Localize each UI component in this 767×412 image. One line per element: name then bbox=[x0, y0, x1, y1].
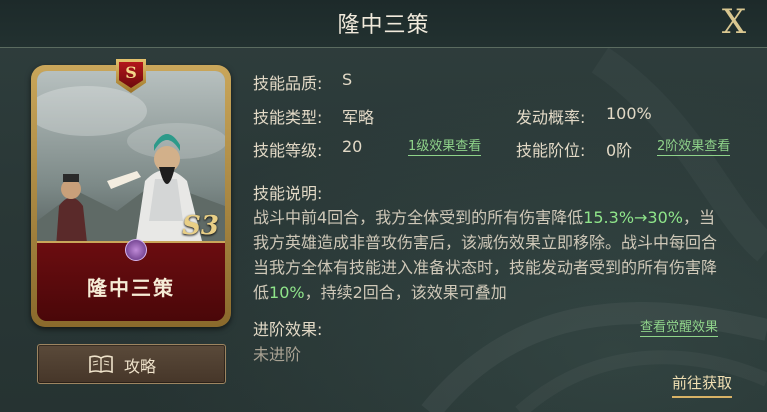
advance-label: 进阶效果: bbox=[253, 320, 323, 339]
window-title: 隆中三策 bbox=[337, 13, 430, 38]
description-label: 技能说明: bbox=[253, 184, 323, 203]
level-value: 20 bbox=[342, 137, 363, 156]
desc-p1-text-a: 战斗中前4回合，我方全体受到的所有伤害降低 bbox=[253, 208, 584, 227]
guide-button[interactable]: 攻略 bbox=[37, 344, 226, 384]
quality-label: 技能品质: bbox=[253, 74, 323, 93]
awaken-effect-button[interactable]: 查看觉醒效果 bbox=[640, 316, 719, 337]
rank-badge-letter: S bbox=[119, 62, 143, 88]
card-name: 隆中三策 bbox=[87, 276, 175, 300]
stage-label: 技能阶位: bbox=[516, 141, 586, 160]
desc-p2-highlight: 10% bbox=[269, 283, 305, 302]
stage2-effect-button[interactable]: 2阶效果查看 bbox=[657, 135, 731, 156]
desc-p2-text-b: ，持续2回合，该效果可叠加 bbox=[304, 283, 507, 302]
card-art-frame: 隆中三策 S3 bbox=[37, 71, 225, 321]
trigger-rate-value: 100% bbox=[606, 104, 652, 123]
close-icon[interactable]: X bbox=[722, 2, 746, 42]
purple-gem-icon bbox=[125, 239, 147, 261]
guide-button-label[interactable]: 攻略 bbox=[124, 353, 156, 377]
level-label: 技能等级: bbox=[253, 141, 323, 160]
title-bar: 隆中三策 X bbox=[0, 0, 767, 48]
desc-p1-highlight: 15.3%→30% bbox=[583, 208, 683, 227]
trigger-rate-label: 发动概率: bbox=[516, 108, 586, 127]
stage-value: 0阶 bbox=[606, 141, 633, 160]
skill-detail-panel: 隆中三策 X 隆中三策 S3 S 攻略 技能品质: S 技能类型: 军略 发动概… bbox=[0, 0, 767, 412]
close-button[interactable]: X bbox=[715, 2, 753, 42]
type-label: 技能类型: bbox=[253, 108, 323, 127]
goto-obtain-button[interactable]: 前往获取 bbox=[672, 372, 733, 398]
skill-card: 隆中三策 S3 S bbox=[31, 59, 231, 327]
level1-effect-button[interactable]: 1级效果查看 bbox=[408, 135, 482, 156]
card-grade-mark: S3 bbox=[182, 211, 219, 241]
type-value: 军略 bbox=[342, 108, 375, 127]
advance-value: 未进阶 bbox=[253, 345, 302, 364]
book-icon bbox=[89, 355, 113, 374]
quality-value: S bbox=[342, 70, 353, 89]
skill-description: 战斗中前4回合，我方全体受到的所有伤害降低15.3%→30%，当我方英雄造成非普… bbox=[253, 205, 728, 305]
